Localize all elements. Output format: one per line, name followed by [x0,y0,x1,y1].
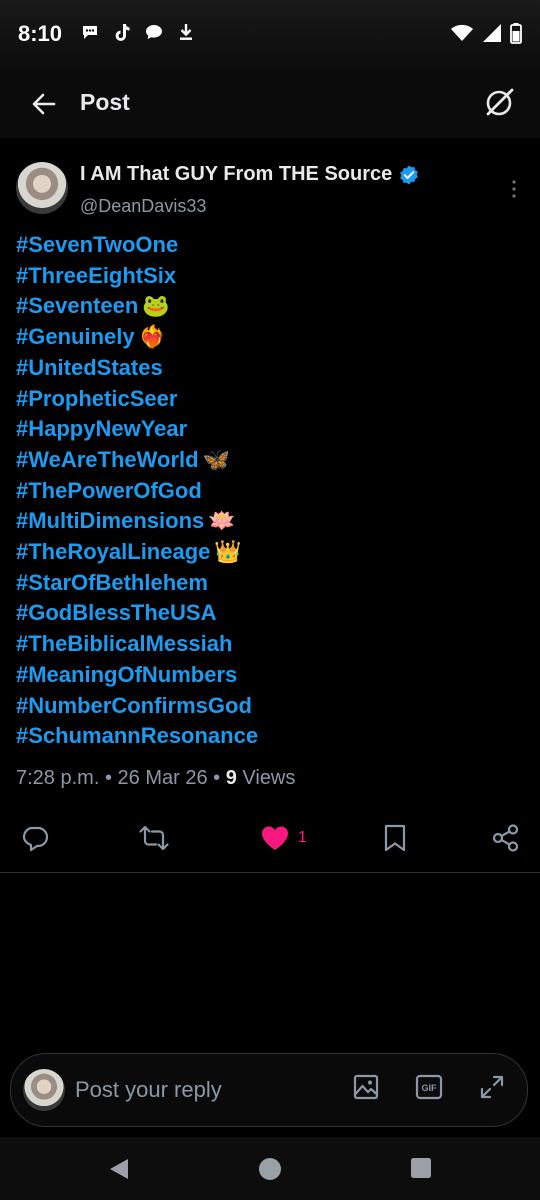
crown-emoji: 👑 [214,539,242,565]
meta-separator: • [104,767,118,789]
arrow-left-icon[interactable] [26,86,62,122]
hashtag-link[interactable]: #NumberConfirmsGod [16,693,252,718]
expand-icon[interactable] [479,1074,505,1100]
hashtag-line: #WeAreTheWorld 🦋 [16,445,526,476]
bookmark-icon [384,824,406,852]
repost-icon [139,825,169,851]
reply-tools: GIF [353,1074,505,1100]
author-handle[interactable]: @DeanDavis33 [80,196,206,217]
tiktok-icon [115,24,130,41]
image-icon[interactable] [353,1074,379,1100]
views-label[interactable]: Views [242,767,295,789]
divider [0,872,540,873]
post-actions: 1 [0,818,540,858]
butterfly-emoji: 🦋 [202,446,230,472]
post-time: 7:28 p.m. [16,767,100,789]
nav-recents-icon[interactable] [410,1157,432,1179]
hashtag-line: #ThreeEightSix [16,261,526,292]
hashtag-line: #Genuinely ❤️‍🔥 [16,322,526,353]
meta-separator: • [213,767,226,789]
hashtag-link[interactable]: #HappyNewYear [16,416,187,441]
hashtag-line: #GodBlessTheUSA [16,598,526,629]
system-nav-bar [0,1137,540,1200]
hashtag-line: #MeaningOfNumbers [16,660,526,691]
chat-bubble-icon [83,26,97,39]
notification-icons [80,22,196,42]
post-date: 26 Mar 26 [117,767,208,789]
gif-icon[interactable]: GIF [415,1074,443,1100]
nav-home-icon[interactable] [258,1157,282,1181]
hashtag-link[interactable]: #TheRoyalLineage [16,539,210,564]
views-count[interactable]: 9 [226,767,237,789]
hashtag-link[interactable]: #ThePowerOfGod [16,478,202,503]
hashtag-line: #NumberConfirmsGod [16,691,526,722]
more-options-icon[interactable] [508,178,520,200]
hashtag-link[interactable]: #StarOfBethlehem [16,570,208,595]
reply-input[interactable]: Post your reply [75,1077,222,1103]
reply-composer[interactable]: Post your reply GIF [10,1053,528,1127]
hashtag-line: #StarOfBethlehem [16,568,526,599]
lotus-emoji: 🪷 [208,508,236,534]
post-text: #SevenTwoOne #ThreeEightSix #Seventeen 🐸 … [16,230,526,752]
hashtag-line: #SchumannResonance [16,721,526,752]
heart-on-fire-emoji: ❤️‍🔥 [138,324,166,350]
message-icon [146,25,162,39]
hashtag-line: #SevenTwoOne [16,230,526,261]
repost-button[interactable] [138,822,170,854]
heart-filled-icon [262,826,288,850]
author-avatar[interactable] [16,162,68,214]
post-meta: 7:28 p.m. • 26 Mar 26 • 9 Views [16,767,295,790]
hashtag-line: #Seventeen 🐸 [16,291,526,322]
like-button[interactable]: 1 [260,822,307,854]
share-button[interactable] [492,822,520,854]
top-app-bar: Post [0,70,540,138]
status-bar: 8:10 [0,0,540,70]
hashtag-link[interactable]: #Genuinely [16,324,135,349]
svg-text:GIF: GIF [422,1083,438,1093]
download-icon [180,24,192,40]
system-icons [450,22,522,44]
share-icon [492,824,519,852]
reply-button[interactable] [20,822,50,854]
reply-icon [22,826,49,852]
hashtag-link[interactable]: #SevenTwoOne [16,232,178,257]
like-count: 1 [298,829,307,846]
page-title: Post [80,89,130,115]
hashtag-line: #HappyNewYear [16,414,526,445]
frog-emoji: 🐸 [142,293,170,319]
author-display-name: I AM That GUY From THE Source [80,163,393,185]
hashtag-link[interactable]: #UnitedStates [16,355,163,380]
nav-back-icon[interactable] [108,1157,130,1181]
verified-badge-icon [400,165,419,184]
signal-icon [483,24,501,42]
hashtag-link[interactable]: #TheBiblicalMessiah [16,631,232,656]
hashtag-link[interactable]: #Seventeen [16,293,138,318]
hashtag-line: #UnitedStates [16,353,526,384]
hashtag-link[interactable]: #PropheticSeer [16,386,177,411]
hashtag-link[interactable]: #GodBlessTheUSA [16,600,217,625]
grok-icon[interactable] [482,86,516,120]
hashtag-line: #TheBiblicalMessiah [16,629,526,660]
hashtag-link[interactable]: #MultiDimensions [16,508,204,533]
wifi-icon [451,24,473,41]
user-avatar [23,1069,65,1111]
hashtag-link[interactable]: #ThreeEightSix [16,263,176,288]
hashtag-link[interactable]: #WeAreTheWorld [16,447,199,472]
status-time: 8:10 [18,21,63,46]
bookmark-button[interactable] [382,822,408,854]
hashtag-line: #TheRoyalLineage 👑 [16,537,526,568]
hashtag-line: #MultiDimensions 🪷 [16,506,526,537]
author-name[interactable]: I AM That GUY From THE Source [80,163,420,186]
hashtag-link[interactable]: #SchumannResonance [16,723,258,748]
hashtag-line: #PropheticSeer [16,384,526,415]
hashtag-link[interactable]: #MeaningOfNumbers [16,662,237,687]
hashtag-line: #ThePowerOfGod [16,476,526,507]
battery-icon [510,23,522,44]
